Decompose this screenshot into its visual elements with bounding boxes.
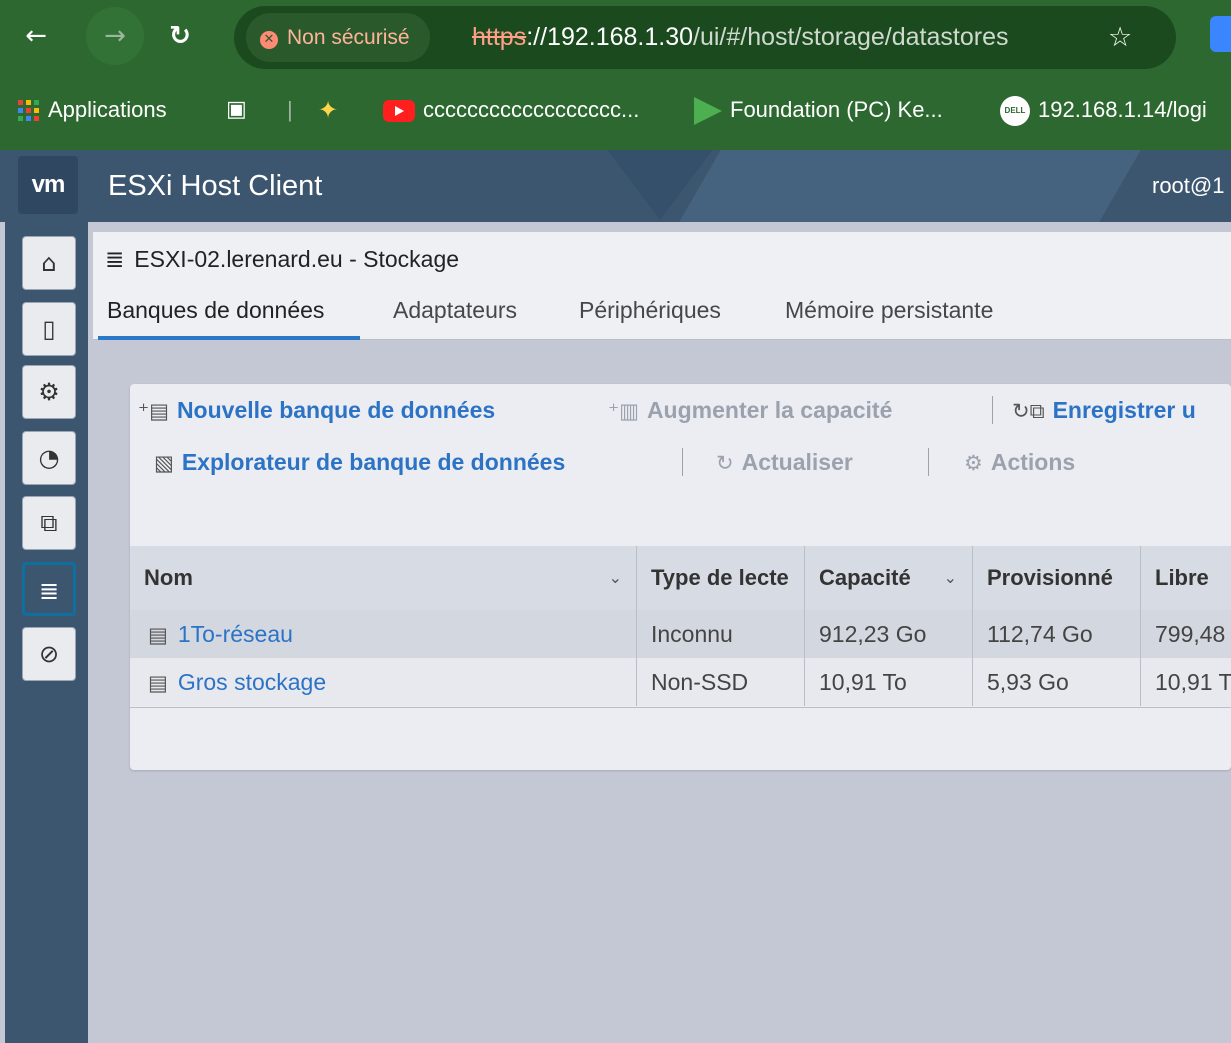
column-provisioned-label: Provisionné [987, 565, 1113, 590]
capacity-value: 912,23 Go [819, 621, 927, 647]
datastore-icon: ▤ [148, 671, 168, 695]
column-capacity[interactable]: Capacité ⌄ [805, 546, 971, 610]
datastore-icon: ▤ [148, 623, 168, 647]
bookmarks-bar: Applications ▣ | ✦ cccccccccccccccccc...… [0, 80, 1231, 140]
datastore-icon: ≣ [105, 247, 125, 273]
column-capacity-label: Capacité [819, 565, 911, 590]
page-title-text: ESXI-02.lerenard.eu - Stockage [134, 246, 460, 272]
datastore-browser-label: Explorateur de banque de données [181, 449, 566, 475]
register-vm-icon: ↻⧉ [1012, 399, 1045, 423]
datastore-name-label: Gros stockage [177, 669, 327, 695]
refresh-label: Actualiser [741, 449, 853, 475]
pinwheel-icon[interactable]: ✦ [318, 80, 338, 140]
url-host: ://192.168.1.30 [526, 23, 694, 51]
new-datastore-button[interactable]: ⁺▤ Nouvelle banque de données [138, 392, 495, 429]
tab-adapters[interactable]: Adaptateurs [393, 292, 517, 338]
extension-icon[interactable] [1210, 16, 1231, 52]
tab-devices[interactable]: Périphériques [579, 292, 721, 338]
play-icon [694, 97, 722, 126]
forward-icon[interactable]: → [86, 7, 144, 65]
storage-icon[interactable]: ≣ [22, 562, 76, 616]
grid-icon[interactable]: ▣ [226, 80, 247, 140]
manage-icon[interactable]: ⚙ [22, 365, 76, 419]
bookmark-apps[interactable]: Applications [18, 80, 167, 140]
app-title: ESXi Host Client [108, 170, 323, 202]
app-header: vm ESXi Host Client root@1 [0, 150, 1231, 222]
new-datastore-icon: ⁺▤ [138, 399, 169, 423]
chevron-down-icon[interactable]: ⌄ [609, 546, 622, 610]
monitor-icon[interactable]: ◔ [22, 431, 76, 485]
home-icon[interactable]: ⌂ [22, 236, 76, 290]
page-title: ≣ ESXI-02.lerenard.eu - Stockage [105, 242, 459, 277]
register-vm-button[interactable]: ↻⧉ Enregistrer u [1012, 392, 1196, 429]
refresh-icon: ↻ [716, 451, 734, 475]
actions-button[interactable]: ⚙ Actions [964, 444, 1075, 481]
bookmark-youtube-label: cccccccccccccccccc... [423, 97, 640, 122]
drive-type: Inconnu [651, 621, 733, 647]
drive-type: Non-SSD [651, 669, 749, 695]
register-vm-label: Enregistrer u [1052, 397, 1196, 423]
reload-icon[interactable]: ↻ [158, 14, 202, 58]
url-path: /ui/#/host/storage/datastores [693, 23, 1009, 51]
url-text[interactable]: https://192.168.1.30/ui/#/host/storage/d… [472, 6, 1008, 69]
datastore-name[interactable]: ▤ 1To-réseau [134, 610, 636, 658]
bookmark-dell[interactable]: DELL 192.168.1.14/logi [1000, 80, 1207, 140]
provisioned-value: 5,93 Go [987, 669, 1069, 695]
security-label: Non sécurisé [287, 26, 410, 49]
back-icon[interactable]: ← [14, 14, 58, 58]
youtube-icon [383, 100, 415, 123]
apps-grid-icon [18, 100, 39, 122]
address-bar[interactable]: ✕ Non sécurisé https://192.168.1.30/ui/#/… [234, 6, 1176, 69]
column-type[interactable]: Type de lecte [637, 546, 797, 610]
tab-persistent-memory[interactable]: Mémoire persistante [785, 292, 993, 338]
vm-logo: vm [18, 156, 78, 214]
free-value: 799,48 [1155, 621, 1226, 647]
actions-label: Actions [990, 449, 1076, 475]
datastore-browser-icon: ▧ [154, 451, 174, 475]
not-secure-icon: ✕ [260, 31, 278, 49]
sidebar: ⌂ ▯ ⚙ ◔ ⧉ ≣ ⊘ [5, 222, 88, 1043]
column-type-label: Type de lecte [651, 565, 789, 590]
datastore-browser-button[interactable]: ▧ Explorateur de banque de données [154, 444, 565, 481]
bookmark-youtube[interactable]: cccccccccccccccccc... [383, 80, 639, 140]
user-menu[interactable]: root@1 [1152, 150, 1224, 222]
gear-icon: ⚙ [964, 451, 983, 475]
content-header: ≣ ESXI-02.lerenard.eu - Stockage Banques … [93, 232, 1231, 340]
bookmark-separator: | [287, 97, 293, 122]
column-provisioned[interactable]: Provisionné [973, 546, 1139, 610]
datastore-name-label: 1To-réseau [177, 621, 293, 647]
provisioned-value: 112,74 Go [987, 621, 1093, 647]
security-chip[interactable]: ✕ Non sécurisé [246, 13, 430, 62]
free-value: 10,91 T [1155, 669, 1231, 695]
host-icon[interactable]: ▯ [22, 302, 76, 356]
url-protocol: https [472, 23, 527, 51]
increase-capacity-button[interactable]: ⁺▥ Augmenter la capacité [608, 392, 892, 429]
table-header: Nom ⌄ Type de lecte Capacité ⌄ Provisionné… [130, 546, 1231, 610]
bookmark-foundation-label: Foundation (PC) Ke... [730, 97, 943, 122]
browser-toolbar: ← → ↻ ✕ Non sécurisé https://192.168.1.30… [0, 0, 1231, 150]
active-tab-indicator [98, 336, 360, 340]
increase-capacity-icon: ⁺▥ [608, 399, 639, 423]
datastore-name[interactable]: ▤ Gros stockage [134, 658, 636, 706]
increase-capacity-label: Augmenter la capacité [646, 397, 893, 423]
column-name-label: Nom [144, 565, 193, 590]
bookmark-star-icon[interactable]: ☆ [1108, 6, 1132, 69]
column-name[interactable]: Nom ⌄ [130, 546, 636, 610]
bookmark-foundation[interactable]: Foundation (PC) Ke... [694, 80, 943, 140]
dell-icon: DELL [1000, 96, 1030, 127]
table-row[interactable]: ▤ Gros stockage Non-SSD 10,91 To 5,93 Go … [130, 658, 1231, 706]
virtual-machines-icon[interactable]: ⧉ [22, 496, 76, 550]
tab-datastores[interactable]: Banques de données [107, 292, 324, 338]
networking-icon[interactable]: ⊘ [22, 627, 76, 681]
column-free-label: Libre [1155, 565, 1209, 590]
chevron-down-icon[interactable]: ⌄ [944, 546, 957, 610]
column-free[interactable]: Libre [1141, 546, 1231, 610]
bookmark-dell-label: 192.168.1.14/logi [1038, 97, 1207, 122]
bookmark-apps-label: Applications [48, 97, 167, 122]
table-row[interactable]: ▤ 1To-réseau Inconnu 912,23 Go 112,74 Go … [130, 610, 1231, 658]
capacity-value: 10,91 To [819, 669, 907, 695]
refresh-button[interactable]: ↻ Actualiser [716, 444, 853, 481]
new-datastore-label: Nouvelle banque de données [176, 397, 496, 423]
